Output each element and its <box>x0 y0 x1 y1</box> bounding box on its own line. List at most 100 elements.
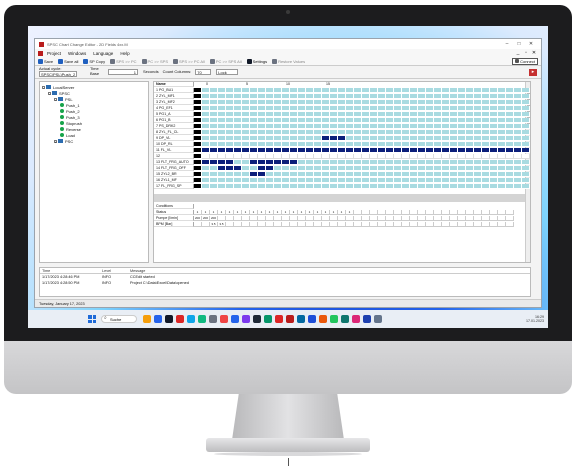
step-cell[interactable] <box>474 136 482 141</box>
condition-cell[interactable]: 1 <box>250 210 258 215</box>
step-cell[interactable] <box>418 178 426 183</box>
step-cell[interactable] <box>250 124 258 129</box>
step-cell[interactable] <box>458 130 466 135</box>
condition-cell[interactable] <box>362 216 370 221</box>
condition-cell[interactable]: 200 <box>202 216 210 221</box>
taskbar-app-icon[interactable] <box>264 315 272 323</box>
signal-name[interactable]: 11 FL_VL <box>154 148 194 153</box>
step-cell[interactable] <box>394 118 402 123</box>
step-marker-cell[interactable] <box>194 130 202 135</box>
condition-cell[interactable] <box>426 222 434 227</box>
step-cell[interactable] <box>338 166 346 171</box>
step-cell[interactable] <box>210 100 218 105</box>
condition-cell[interactable]: 1 <box>322 210 330 215</box>
step-cell[interactable] <box>242 94 250 99</box>
step-cell[interactable] <box>226 184 234 189</box>
active-step-cell[interactable] <box>250 160 258 165</box>
menu-project[interactable]: Project <box>47 51 61 56</box>
step-cell[interactable] <box>250 178 258 183</box>
step-cell[interactable] <box>402 124 410 129</box>
step-cell[interactable] <box>418 154 426 159</box>
condition-cell[interactable] <box>378 222 386 227</box>
active-step-cell[interactable] <box>250 172 258 177</box>
active-step-cell[interactable] <box>402 148 410 153</box>
step-cell[interactable] <box>338 88 346 93</box>
condition-cell[interactable] <box>498 216 506 221</box>
step-cell[interactable] <box>362 124 370 129</box>
condition-cell[interactable] <box>498 222 506 227</box>
step-cell[interactable] <box>458 172 466 177</box>
step-cell[interactable] <box>274 88 282 93</box>
taskbar-app-icon[interactable] <box>209 315 217 323</box>
step-cell[interactable] <box>266 130 274 135</box>
step-cell[interactable] <box>298 94 306 99</box>
step-cell[interactable] <box>394 106 402 111</box>
step-cell[interactable] <box>306 118 314 123</box>
step-cell[interactable] <box>370 130 378 135</box>
step-cell[interactable] <box>282 136 290 141</box>
step-cell[interactable] <box>370 154 378 159</box>
active-step-cell[interactable] <box>258 166 266 171</box>
step-cell[interactable] <box>338 130 346 135</box>
step-cell[interactable] <box>234 142 242 147</box>
log-col-message[interactable]: Message <box>130 268 530 273</box>
condition-cell[interactable] <box>482 216 490 221</box>
step-cell[interactable] <box>346 124 354 129</box>
step-cell[interactable] <box>354 106 362 111</box>
step-cell[interactable] <box>282 100 290 105</box>
step-cell[interactable] <box>242 100 250 105</box>
condition-cell[interactable] <box>394 216 402 221</box>
step-cell[interactable] <box>450 130 458 135</box>
step-cell[interactable] <box>338 100 346 105</box>
condition-cell[interactable] <box>194 222 202 227</box>
step-cell[interactable] <box>234 160 242 165</box>
active-step-cell[interactable] <box>226 148 234 153</box>
condition-cell[interactable]: 1 <box>306 210 314 215</box>
taskbar-app-icon[interactable] <box>286 315 294 323</box>
condition-cell[interactable] <box>314 222 322 227</box>
step-cell[interactable] <box>394 136 402 141</box>
step-cell[interactable] <box>210 130 218 135</box>
step-cell[interactable] <box>410 124 418 129</box>
step-cell[interactable] <box>266 106 274 111</box>
step-cell[interactable] <box>458 118 466 123</box>
step-cell[interactable] <box>498 130 506 135</box>
step-marker-cell[interactable] <box>194 154 202 159</box>
step-cell[interactable] <box>378 112 386 117</box>
step-cell[interactable] <box>218 106 226 111</box>
step-cell[interactable] <box>442 118 450 123</box>
step-cell[interactable] <box>226 154 234 159</box>
step-cell[interactable] <box>250 136 258 141</box>
signal-name[interactable]: 6 PG1_B <box>154 118 194 123</box>
step-cell[interactable] <box>442 106 450 111</box>
step-cell[interactable] <box>330 94 338 99</box>
step-cell[interactable] <box>386 160 394 165</box>
step-cell[interactable] <box>498 178 506 183</box>
step-cell[interactable] <box>362 88 370 93</box>
step-cell[interactable] <box>330 154 338 159</box>
step-marker-cell[interactable] <box>194 118 202 123</box>
toolbar-button[interactable]: SP Copy <box>83 58 105 64</box>
step-cell[interactable] <box>354 136 362 141</box>
step-cell[interactable] <box>466 160 474 165</box>
step-cell[interactable] <box>274 94 282 99</box>
step-cell[interactable] <box>418 142 426 147</box>
signal-name[interactable]: 2 ZYL_MF1 <box>154 94 194 99</box>
step-cell[interactable] <box>450 112 458 117</box>
step-cell[interactable] <box>474 178 482 183</box>
step-cell[interactable] <box>402 100 410 105</box>
step-cell[interactable] <box>394 184 402 189</box>
step-cell[interactable] <box>370 160 378 165</box>
signal-name[interactable]: 9 DP_VL <box>154 136 194 141</box>
condition-cell[interactable] <box>242 222 250 227</box>
condition-cell[interactable] <box>266 216 274 221</box>
condition-cell[interactable] <box>386 210 394 215</box>
step-marker-cell[interactable] <box>194 112 202 117</box>
step-cell[interactable] <box>402 130 410 135</box>
condition-cell[interactable] <box>370 216 378 221</box>
step-cell[interactable] <box>442 94 450 99</box>
step-cell[interactable] <box>322 160 330 165</box>
step-cell[interactable] <box>362 160 370 165</box>
step-cell[interactable] <box>346 106 354 111</box>
step-cell[interactable] <box>482 88 490 93</box>
